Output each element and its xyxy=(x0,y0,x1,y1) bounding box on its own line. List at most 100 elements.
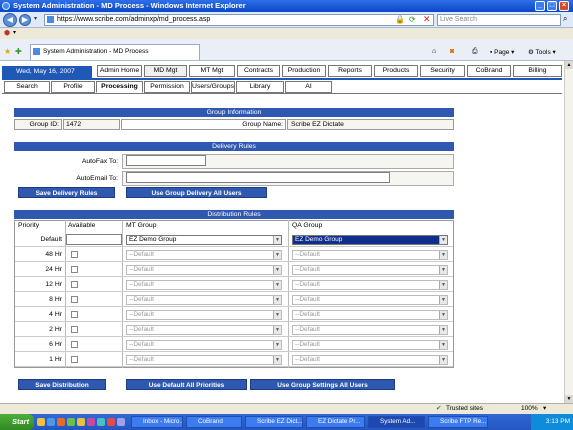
chevron-down-icon[interactable]: ▼ xyxy=(273,236,281,244)
start-button[interactable]: Start xyxy=(0,414,34,430)
mt-group-select[interactable]: --Default ▼ xyxy=(126,280,282,290)
mt-group-select[interactable]: --Default ▼ xyxy=(126,310,282,320)
back-button[interactable]: ◀ xyxy=(3,13,17,27)
nav-tab-billing[interactable]: Billing xyxy=(513,65,562,77)
autofax-input[interactable] xyxy=(126,155,206,166)
nav-tab-mt-mgt[interactable]: MT Mgt xyxy=(189,65,235,77)
chevron-down-icon[interactable]: ▼ xyxy=(439,341,447,349)
nav-tab-production[interactable]: Production xyxy=(282,65,326,77)
add-favorites-icon[interactable]: ✚ xyxy=(15,47,22,56)
qa-group-select[interactable]: --Default ▼ xyxy=(292,310,448,320)
qa-group-select[interactable]: --Default ▼ xyxy=(292,280,448,290)
available-checkbox[interactable] xyxy=(71,251,78,258)
available-checkbox[interactable] xyxy=(71,356,78,363)
qa-group-select[interactable]: --Default ▼ xyxy=(292,295,448,305)
chevron-down-icon[interactable]: ▼ xyxy=(273,251,281,259)
chevron-down-icon[interactable]: ▼ xyxy=(439,281,447,289)
available-checkbox[interactable] xyxy=(71,266,78,273)
quick-launch-icon[interactable] xyxy=(77,418,85,426)
search-icon[interactable]: ⌕ xyxy=(563,14,567,24)
quick-launch-icon[interactable] xyxy=(97,418,105,426)
page-menu[interactable]: ▪ Page ▾ xyxy=(490,48,514,56)
mt-group-select[interactable]: --Default ▼ xyxy=(126,295,282,305)
chevron-down-icon[interactable]: ▼ xyxy=(273,311,281,319)
mt-group-select[interactable]: EZ Demo Group ▼ xyxy=(126,235,282,245)
subtab-profile[interactable]: Profile xyxy=(51,81,95,93)
nav-tab-cobrand[interactable]: CoBrand xyxy=(467,65,511,77)
scroll-up-icon[interactable]: ▲ xyxy=(565,61,573,69)
lock-icon[interactable]: 🔒 xyxy=(395,15,405,24)
browser-tab-active[interactable]: System Administration - MD Process xyxy=(30,44,200,60)
quick-launch-icon[interactable] xyxy=(67,418,75,426)
links-icon[interactable]: ⬢ xyxy=(4,29,10,37)
chevron-down-icon[interactable]: ▼ xyxy=(273,341,281,349)
taskbar-item[interactable]: Scribe EZ Dict... xyxy=(245,416,303,428)
chevron-down-icon[interactable]: ▼ xyxy=(439,311,447,319)
nav-tab-md-mgt[interactable]: MD Mgt xyxy=(144,65,187,77)
taskbar-item[interactable]: System Ad... xyxy=(368,416,425,428)
mt-group-select[interactable]: --Default ▼ xyxy=(126,340,282,350)
subtab-search[interactable]: Search xyxy=(4,81,50,93)
zoom-level[interactable]: 100% xyxy=(521,404,538,414)
qa-group-select[interactable]: EZ Demo Group ▼ xyxy=(292,235,448,245)
subtab-users-groups[interactable]: Users/Groups xyxy=(191,81,235,93)
chevron-down-icon[interactable]: ▼ xyxy=(273,266,281,274)
quick-launch-icon[interactable] xyxy=(87,418,95,426)
chevron-down-icon[interactable]: ▼ xyxy=(439,236,447,244)
chevron-down-icon[interactable]: ▼ xyxy=(273,281,281,289)
available-checkbox[interactable] xyxy=(71,326,78,333)
url-input[interactable]: https://www.scribe.com/adminxp/md_proces… xyxy=(44,14,434,26)
subtab-processing[interactable]: Processing xyxy=(96,81,143,93)
available-checkbox[interactable] xyxy=(71,296,78,303)
nav-tab-contracts[interactable]: Contracts xyxy=(237,65,280,77)
use-group-settings-button[interactable]: Use Group Settings All Users xyxy=(250,379,395,390)
subtab-library[interactable]: Library xyxy=(236,81,284,93)
close-window-button[interactable]: × xyxy=(559,1,569,11)
available-checkbox[interactable] xyxy=(71,311,78,318)
available-checkbox[interactable] xyxy=(71,341,78,348)
vertical-scrollbar[interactable]: ▲ ▼ xyxy=(564,61,573,403)
taskbar-item[interactable]: CoBrand xyxy=(186,416,242,428)
save-delivery-rules-button[interactable]: Save Delivery Rules xyxy=(18,187,115,198)
qa-group-select[interactable]: --Default ▼ xyxy=(292,265,448,275)
tools-menu[interactable]: ⚙ Tools ▾ xyxy=(528,48,556,56)
quick-launch-icon[interactable] xyxy=(57,418,65,426)
save-distribution-button[interactable]: Save Distribution xyxy=(18,379,106,390)
mt-group-select[interactable]: --Default ▼ xyxy=(126,355,282,365)
stop-icon[interactable]: ✕ xyxy=(423,14,431,25)
qa-group-select[interactable]: --Default ▼ xyxy=(292,355,448,365)
chevron-down-icon[interactable]: ▼ xyxy=(439,326,447,334)
autoemail-input[interactable] xyxy=(126,172,390,183)
nav-tab-reports[interactable]: Reports xyxy=(328,65,372,77)
qa-group-select[interactable]: --Default ▼ xyxy=(292,250,448,260)
scroll-down-icon[interactable]: ▼ xyxy=(565,395,573,403)
taskbar-item[interactable]: EZ Dictate Pr... xyxy=(306,416,365,428)
available-checkbox[interactable] xyxy=(71,281,78,288)
recent-pages-icon[interactable]: ▾ xyxy=(34,15,37,22)
nav-tab-security[interactable]: Security xyxy=(420,65,465,77)
quick-launch-icon[interactable] xyxy=(107,418,115,426)
chevron-down-icon[interactable]: ▼ xyxy=(273,356,281,364)
favorites-star-icon[interactable]: ★ xyxy=(4,47,11,56)
home-icon[interactable]: ⌂ xyxy=(432,48,436,55)
taskbar-item[interactable]: Scribe FTP Re... xyxy=(428,416,488,428)
minimize-button[interactable]: _ xyxy=(535,1,545,11)
quick-launch-icon[interactable] xyxy=(117,418,125,426)
chevron-down-icon[interactable]: ▼ xyxy=(439,251,447,259)
print-icon[interactable]: ⎙ xyxy=(472,48,478,56)
chevron-down-icon[interactable]: ▼ xyxy=(439,356,447,364)
quick-launch-icon[interactable] xyxy=(47,418,55,426)
mt-group-select[interactable]: --Default ▼ xyxy=(126,250,282,260)
nav-tab-admin-home[interactable]: Admin Home xyxy=(97,65,142,77)
refresh-icon[interactable]: ⟳ xyxy=(409,15,416,24)
subtab-permission[interactable]: Permission xyxy=(144,81,190,93)
mt-group-select[interactable]: --Default ▼ xyxy=(126,325,282,335)
zoom-dropdown-icon[interactable]: ▾ xyxy=(543,404,546,414)
quick-launch-icon[interactable] xyxy=(37,418,45,426)
taskbar-item[interactable]: Inbox - Micro... xyxy=(131,416,183,428)
use-group-delivery-button[interactable]: Use Group Delivery All Users xyxy=(126,187,267,198)
nav-tab-products[interactable]: Products xyxy=(374,65,418,77)
feeds-icon[interactable]: ◙ xyxy=(450,48,454,55)
chevron-down-icon[interactable]: ▾ xyxy=(13,29,16,36)
maximize-button[interactable]: □ xyxy=(547,1,557,11)
